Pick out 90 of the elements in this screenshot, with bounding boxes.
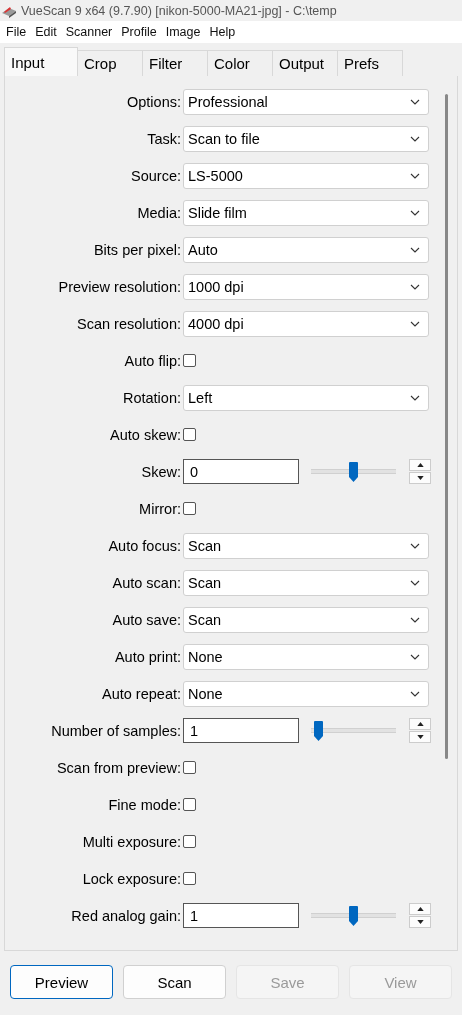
setting-label: Auto flip: xyxy=(123,352,182,369)
chevron-down-icon xyxy=(410,542,420,549)
dropdown[interactable]: Scan xyxy=(183,569,429,596)
chevron-down-icon xyxy=(410,616,420,623)
dropdown[interactable]: Professional xyxy=(183,88,429,115)
chevron-down-icon xyxy=(410,98,420,105)
setting-label: Lock exposure: xyxy=(81,870,182,887)
number-field[interactable]: 1 xyxy=(183,718,299,743)
setting-label: Auto save: xyxy=(111,611,182,628)
checkbox[interactable] xyxy=(183,761,196,774)
chevron-down-icon xyxy=(410,579,420,586)
caret-up-icon xyxy=(416,722,424,726)
chevron-down-icon xyxy=(410,209,420,216)
checkbox[interactable] xyxy=(183,835,196,848)
chevron-down-icon xyxy=(410,172,420,179)
spin-down-button[interactable] xyxy=(409,916,431,928)
tab[interactable]: Prefs xyxy=(338,50,403,76)
menu-item[interactable]: Help xyxy=(209,25,236,39)
dropdown[interactable]: LS-5000 xyxy=(183,162,429,189)
setting-label: Auto skew: xyxy=(109,426,182,443)
tab[interactable]: Filter xyxy=(143,50,208,76)
action-button[interactable]: Scan xyxy=(123,965,226,999)
tab[interactable]: Color xyxy=(208,50,273,76)
action-button[interactable]: Preview xyxy=(10,965,113,999)
caret-up-icon xyxy=(416,463,424,467)
caret-down-icon xyxy=(416,476,424,480)
chevron-down-icon xyxy=(410,283,420,290)
setting-label: Red analog gain: xyxy=(70,907,182,924)
dropdown[interactable]: Left xyxy=(183,384,429,411)
checkbox[interactable] xyxy=(183,502,196,515)
setting-label: Source: xyxy=(130,167,182,184)
setting-label: Scan resolution: xyxy=(76,315,182,332)
setting-label: Multi exposure: xyxy=(81,833,182,850)
setting-label: Auto print: xyxy=(113,648,182,665)
setting-label: Bits per pixel: xyxy=(92,241,182,258)
window-title: VueScan 9 x64 (9.7.90) [nikon-5000-MA21-jpg] - C:\temp xyxy=(21,3,337,18)
setting-label: Media: xyxy=(136,204,182,221)
setting-label: Preview resolution: xyxy=(57,278,182,295)
chevron-down-icon xyxy=(410,320,420,327)
spin-up-button[interactable] xyxy=(409,718,431,730)
dropdown[interactable]: None xyxy=(183,643,429,670)
menu-item[interactable]: Image xyxy=(165,25,201,39)
dropdown[interactable]: 1000 dpi xyxy=(183,273,429,300)
slider-thumb[interactable] xyxy=(349,461,358,482)
menu-item[interactable]: Scanner xyxy=(65,25,113,39)
caret-up-icon xyxy=(416,907,424,911)
number-field[interactable]: 0 xyxy=(183,459,299,484)
dropdown[interactable]: None xyxy=(183,680,429,707)
setting-label: Rotation: xyxy=(121,389,182,406)
setting-label: Auto repeat: xyxy=(101,685,182,702)
menu-item[interactable]: Profile xyxy=(121,25,157,39)
checkbox[interactable] xyxy=(183,872,196,885)
dropdown[interactable]: Scan xyxy=(183,532,429,559)
dropdown[interactable]: Auto xyxy=(183,236,429,263)
setting-label: Fine mode: xyxy=(107,796,182,813)
setting-label: Skew: xyxy=(140,463,182,480)
chevron-down-icon xyxy=(410,394,420,401)
number-field[interactable]: 1 xyxy=(183,903,299,928)
dropdown[interactable]: Slide film xyxy=(183,199,429,226)
chevron-down-icon xyxy=(410,653,420,660)
checkbox[interactable] xyxy=(183,798,196,811)
setting-label: Auto scan: xyxy=(111,574,182,591)
tab[interactable]: Output xyxy=(273,50,338,76)
checkbox[interactable] xyxy=(183,428,196,441)
spin-down-button[interactable] xyxy=(409,472,431,484)
setting-label: Options: xyxy=(126,93,182,110)
scrollbar-thumb[interactable] xyxy=(445,94,448,759)
menu-item[interactable]: File xyxy=(6,25,27,39)
tab[interactable]: Input xyxy=(4,47,78,76)
slider-thumb[interactable] xyxy=(349,905,358,926)
tab[interactable]: Crop xyxy=(78,50,143,76)
dropdown[interactable]: 4000 dpi xyxy=(183,310,429,337)
dropdown[interactable]: Scan xyxy=(183,606,429,633)
checkbox[interactable] xyxy=(183,354,196,367)
setting-label: Scan from preview: xyxy=(55,759,182,776)
spin-up-button[interactable] xyxy=(409,903,431,915)
setting-label: Task: xyxy=(146,130,182,147)
spin-down-button[interactable] xyxy=(409,731,431,743)
caret-down-icon xyxy=(416,735,424,739)
chevron-down-icon xyxy=(410,135,420,142)
setting-label: Auto focus: xyxy=(107,537,182,554)
dropdown[interactable]: Scan to file xyxy=(183,125,429,152)
setting-label: Mirror: xyxy=(138,500,182,517)
menu-item[interactable]: Edit xyxy=(35,25,57,39)
setting-label: Number of samples: xyxy=(50,722,182,739)
chevron-down-icon xyxy=(410,246,420,253)
chevron-down-icon xyxy=(410,690,420,697)
caret-down-icon xyxy=(416,920,424,924)
spin-up-button[interactable] xyxy=(409,459,431,471)
slider-thumb[interactable] xyxy=(314,720,324,741)
